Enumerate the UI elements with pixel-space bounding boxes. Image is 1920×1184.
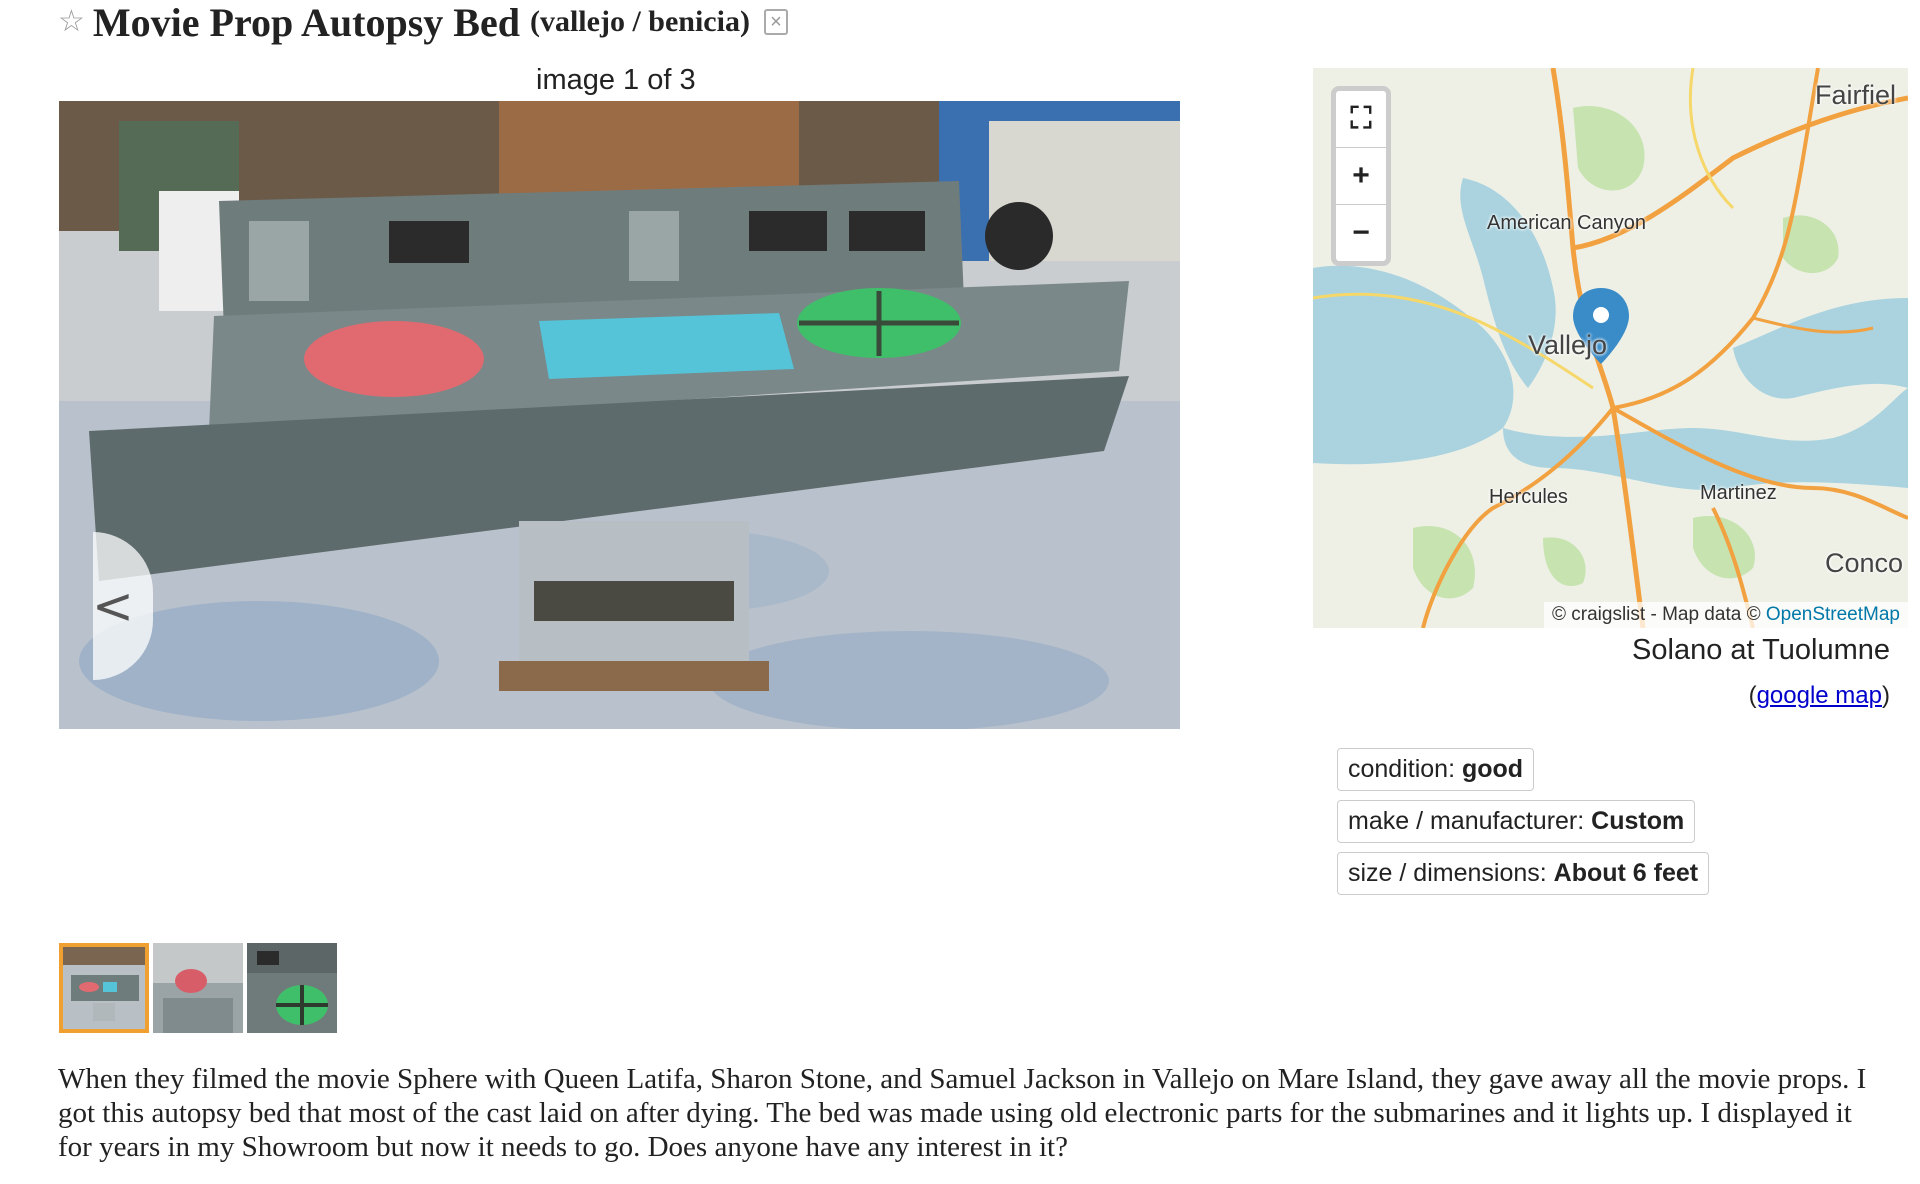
map-attribution-text: © craigslist - Map data © xyxy=(1552,604,1761,625)
attr-condition-value: good xyxy=(1461,755,1524,783)
map-label-martinez: Martinez xyxy=(1700,482,1777,504)
map-label-vallejo: Vallejo xyxy=(1528,330,1608,360)
attr-manufacturer-label: make / manufacturer: xyxy=(1348,807,1585,835)
posting-body: When they filmed the movie Sphere with Q… xyxy=(58,1063,1867,1163)
thumbnail-3[interactable] xyxy=(247,943,337,1033)
attr-dimensions: size / dimensions: About 6 feet xyxy=(1337,852,1710,895)
google-map-close-paren: ) xyxy=(1882,682,1890,709)
star-icon[interactable]: ☆ xyxy=(58,7,85,37)
map-label-american-canyon: American Canyon xyxy=(1487,212,1646,234)
zoom-out-button[interactable]: − xyxy=(1336,205,1386,261)
openstreetmap-link[interactable]: OpenStreetMap xyxy=(1766,604,1900,625)
thumbnail-1-image xyxy=(63,947,145,1029)
posting-title: Movie Prop Autopsy Bed xyxy=(92,0,520,45)
image-counter: image 1 of 3 xyxy=(536,64,696,96)
attr-manufacturer: make / manufacturer: Custom xyxy=(1337,800,1696,843)
map-controls: ⛶ + − xyxy=(1331,86,1391,266)
street-address: Solano at Tuolumne xyxy=(1632,634,1890,666)
attr-condition: condition: good xyxy=(1337,748,1535,791)
thumbnail-strip xyxy=(59,943,337,1033)
google-map-open-paren: ( xyxy=(1748,682,1757,709)
posting-title-row: ☆ Movie Prop Autopsy Bed (vallejo / beni… xyxy=(58,0,788,45)
fullscreen-icon[interactable]: ⛶ xyxy=(1336,91,1386,148)
thumbnail-1[interactable] xyxy=(59,943,149,1033)
attr-manufacturer-value: Custom xyxy=(1591,807,1685,835)
thumbnail-3-image xyxy=(247,943,337,1033)
map-attribution: © craigslist - Map data © OpenStreetMap xyxy=(1544,602,1908,628)
attr-dimensions-value: About 6 feet xyxy=(1553,859,1699,887)
map-label-hercules: Hercules xyxy=(1489,486,1568,508)
thumbnail-2-image xyxy=(153,943,243,1033)
thumbnail-2[interactable] xyxy=(153,943,243,1033)
zoom-in-button[interactable]: + xyxy=(1336,148,1386,205)
google-map-link[interactable]: google map xyxy=(1757,682,1882,709)
location-map[interactable]: ⛶ + − Fairfiel American Canyon Vallejo H… xyxy=(1313,68,1908,628)
attribute-group: condition: good make / manufacturer: Cus… xyxy=(1337,748,1710,904)
google-map-line: (google map) xyxy=(1749,682,1890,710)
main-image[interactable]: < > xyxy=(59,101,1180,729)
map-tiles xyxy=(1313,68,1908,628)
autopsy-bed-photo xyxy=(59,101,1180,729)
attr-dimensions-label: size / dimensions: xyxy=(1348,859,1547,887)
map-label-fairfield: Fairfiel xyxy=(1815,80,1897,110)
map-label-concord: Conco xyxy=(1825,548,1904,578)
attr-condition-label: condition: xyxy=(1348,755,1456,783)
posting-location: (vallejo / benicia) xyxy=(529,5,750,38)
hide-x-icon[interactable]: × xyxy=(763,9,788,35)
